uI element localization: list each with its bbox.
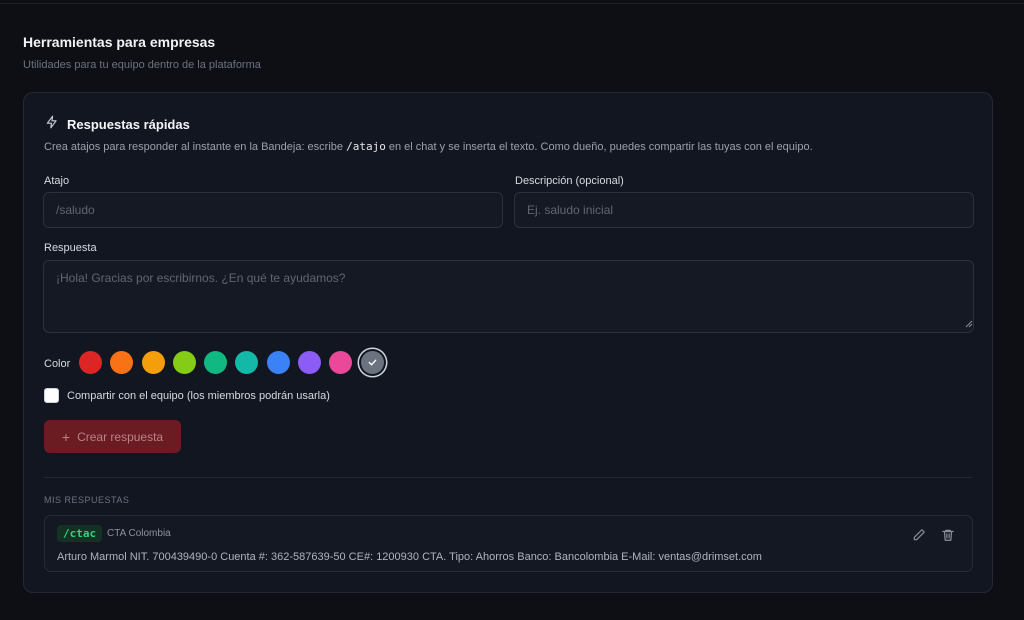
check-icon — [368, 359, 377, 366]
color-swatch-6[interactable] — [266, 351, 290, 374]
color-label: Color — [44, 358, 71, 370]
color-swatch-7[interactable] — [298, 351, 322, 374]
response-label: Respuesta — [44, 242, 97, 254]
lightning-icon — [45, 115, 59, 134]
color-swatch-5[interactable] — [235, 351, 259, 374]
divider — [44, 477, 972, 478]
reply-description: CTA Colombia — [107, 528, 171, 539]
color-swatch-4[interactable] — [204, 351, 228, 374]
share-label: Compartir con el equipo (los miembros po… — [67, 389, 330, 402]
card-header: Respuestas rápidas — [45, 115, 190, 134]
plus-icon: + — [61, 428, 71, 445]
color-swatch-0[interactable] — [79, 351, 102, 374]
share-checkbox[interactable] — [44, 388, 59, 403]
shortcut-example: /atajo — [346, 140, 386, 153]
description-input[interactable] — [514, 192, 974, 228]
reply-body: Arturo Marmol NIT. 700439490-0 Cuenta #:… — [57, 551, 762, 563]
color-swatch-1[interactable] — [110, 351, 134, 374]
color-swatches — [79, 351, 392, 374]
response-textarea[interactable] — [43, 260, 974, 333]
description-label: Descripción (opcional) — [515, 175, 624, 187]
color-swatch-3[interactable] — [172, 351, 196, 374]
share-row: Compartir con el equipo (los miembros po… — [44, 388, 330, 403]
my-replies-heading: MIS RESPUESTAS — [44, 495, 130, 505]
resize-grip-icon[interactable] — [965, 320, 973, 328]
color-swatch-9[interactable] — [360, 351, 384, 374]
color-swatch-8[interactable] — [329, 351, 353, 374]
trash-icon[interactable] — [941, 528, 957, 544]
section-title: Herramientas para empresas — [23, 34, 216, 50]
create-reply-label: Crear respuesta — [77, 429, 164, 444]
shortcut-input[interactable] — [43, 192, 503, 228]
pencil-icon[interactable] — [912, 528, 928, 544]
top-divider — [0, 0, 1024, 4]
shortcut-label: Atajo — [44, 175, 70, 187]
shortcut-badge: /ctac — [57, 525, 103, 542]
list-item[interactable]: /ctac CTA Colombia Arturo Marmol NIT. 70… — [44, 515, 973, 572]
color-swatch-2[interactable] — [141, 351, 165, 374]
quick-replies-card: Respuestas rápidas Crea atajos para resp… — [23, 92, 993, 593]
create-reply-button[interactable]: + Crear respuesta — [44, 420, 181, 453]
card-title: Respuestas rápidas — [67, 117, 190, 132]
section-subtitle: Utilidades para tu equipo dentro de la p… — [23, 59, 261, 71]
card-description: Crea atajos para responder al instante e… — [44, 140, 813, 153]
